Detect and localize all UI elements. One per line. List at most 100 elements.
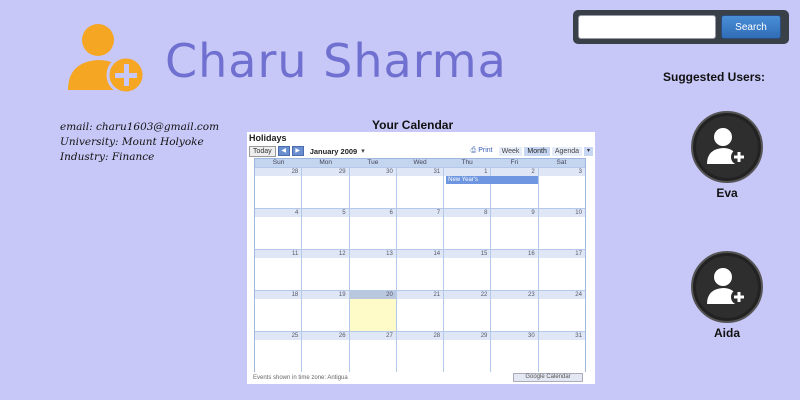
day-of-week-label: Thu bbox=[461, 159, 473, 166]
page-title: Charu Sharma bbox=[165, 34, 507, 88]
calendar-toolbar: Today ◀ ▶ January 2009 ▾ ⎙ Print Week Mo… bbox=[249, 144, 593, 158]
calendar-day-cell[interactable]: 4 bbox=[255, 209, 302, 249]
tab-month[interactable]: Month bbox=[524, 146, 550, 156]
calendar-day-cell[interactable]: 29 bbox=[301, 168, 349, 208]
calendar-day-cell[interactable]: 2 bbox=[490, 168, 538, 208]
calendar-day-number: 26 bbox=[302, 332, 349, 340]
calendar-day-number: 16 bbox=[491, 250, 538, 258]
add-user-icon[interactable] bbox=[690, 110, 764, 184]
chevron-down-icon[interactable]: ▾ bbox=[584, 146, 593, 156]
day-of-week-row: Sun Mon Tue Wed Thu Fri Sat bbox=[255, 159, 585, 167]
calendar-day-cell[interactable]: 17 bbox=[537, 250, 585, 290]
calendar-day-number: 20 bbox=[349, 291, 396, 299]
calendar-day-cell[interactable]: 18 bbox=[255, 291, 302, 331]
calendar-event[interactable]: New Year's bbox=[446, 176, 539, 184]
suggested-users-title: Suggested Users: bbox=[663, 70, 766, 84]
calendar-week-row: 18 19 20 21 22 23 24 bbox=[255, 290, 585, 331]
calendar-day-number: 9 bbox=[491, 209, 538, 217]
tab-week[interactable]: Week bbox=[498, 146, 523, 156]
day-of-week-label: Sat bbox=[556, 159, 567, 166]
calendar-day-cell[interactable]: 6 bbox=[348, 209, 396, 249]
calendar-day-cell[interactable]: 10 bbox=[537, 209, 585, 249]
calendar-day-number: 4 bbox=[255, 209, 302, 217]
calendar-day-cell[interactable]: 30 bbox=[348, 168, 396, 208]
calendar-day-number: 19 bbox=[302, 291, 349, 299]
calendar-day-cell[interactable]: 11 bbox=[255, 250, 302, 290]
calendar-day-number: 13 bbox=[349, 250, 396, 258]
tab-agenda[interactable]: Agenda bbox=[551, 146, 582, 156]
calendar-day-cell[interactable]: 31 bbox=[537, 332, 585, 372]
suggested-user-card[interactable]: Eva bbox=[682, 110, 772, 200]
calendar-day-cell[interactable]: 22 bbox=[443, 291, 491, 331]
calendar-day-cell[interactable]: 12 bbox=[301, 250, 349, 290]
calendar-day-cell[interactable]: 26 bbox=[301, 332, 349, 372]
calendar-grid: Sun Mon Tue Wed Thu Fri Sat 28 29 30 31 1 New Year'… bbox=[254, 158, 586, 372]
calendar-day-cell[interactable]: 30 bbox=[490, 332, 538, 372]
calendar-day-number: 23 bbox=[491, 291, 538, 299]
calendar-day-cell[interactable]: 23 bbox=[490, 291, 538, 331]
today-button[interactable]: Today bbox=[249, 145, 276, 157]
prev-month-button[interactable]: ◀ bbox=[277, 146, 290, 156]
suggested-user-card[interactable]: Aida bbox=[682, 250, 772, 340]
calendar-day-number: 15 bbox=[444, 250, 491, 258]
calendar-day-number: 28 bbox=[255, 168, 302, 176]
calendar-day-cell[interactable]: 15 bbox=[443, 250, 491, 290]
calendar-day-number: 1 bbox=[444, 168, 491, 176]
calendar-day-number: 25 bbox=[255, 332, 302, 340]
calendar-day-number: 18 bbox=[255, 291, 302, 299]
chevron-down-icon[interactable]: ▾ bbox=[361, 147, 365, 155]
calendar-day-number: 6 bbox=[349, 209, 396, 217]
calendar-day-cell[interactable]: 19 bbox=[301, 291, 349, 331]
calendar-day-cell[interactable]: 24 bbox=[537, 291, 585, 331]
calendar-day-cell[interactable]: 13 bbox=[348, 250, 396, 290]
calendar-day-cell[interactable]: 25 bbox=[255, 332, 302, 372]
calendar-day-cell[interactable]: 31 bbox=[395, 168, 444, 208]
calendar-day-cell[interactable]: 27 bbox=[348, 332, 396, 372]
calendar-day-cell[interactable]: 7 bbox=[395, 209, 444, 249]
calendar-day-number: 21 bbox=[396, 291, 444, 299]
day-of-week-label: Tue bbox=[367, 159, 379, 166]
calendar-day-number: 14 bbox=[396, 250, 444, 258]
printer-icon: ⎙ bbox=[470, 147, 477, 154]
search-button[interactable]: Search bbox=[721, 15, 781, 39]
calendar-week-row: 28 29 30 31 1 New Year's 2 3 bbox=[255, 167, 585, 208]
calendar-day-cell[interactable]: 9 bbox=[490, 209, 538, 249]
calendar-day-cell[interactable]: 5 bbox=[301, 209, 349, 249]
print-label: Print bbox=[478, 147, 493, 154]
calendar-day-cell[interactable]: 20 bbox=[348, 291, 396, 331]
calendar-day-cell[interactable]: 28 bbox=[255, 168, 302, 208]
calendar-heading: Your Calendar bbox=[372, 118, 454, 132]
search-input[interactable] bbox=[578, 15, 716, 39]
profile-info: email: charu1603@gmail.com University: M… bbox=[60, 120, 219, 165]
calendar-week-row: 25 26 27 28 29 30 31 bbox=[255, 331, 585, 372]
calendar-day-cell[interactable]: 16 bbox=[490, 250, 538, 290]
calendar-day-cell[interactable]: 14 bbox=[395, 250, 444, 290]
add-user-icon[interactable] bbox=[690, 250, 764, 324]
calendar-week-row: 4 5 6 7 8 9 10 bbox=[255, 208, 585, 249]
calendar-week-row: 11 12 13 14 15 16 17 bbox=[255, 249, 585, 290]
print-link[interactable]: ⎙ Print bbox=[471, 147, 493, 155]
calendar-day-cell[interactable]: 1 New Year's bbox=[443, 168, 539, 208]
search-bar: Search bbox=[573, 10, 789, 44]
calendar-day-number: 30 bbox=[349, 168, 396, 176]
calendar-day-number: 7 bbox=[396, 209, 444, 217]
calendar-day-cell[interactable]: 8 bbox=[443, 209, 491, 249]
next-month-button[interactable]: ▶ bbox=[291, 146, 304, 156]
profile-industry: Industry: Finance bbox=[60, 151, 155, 163]
calendar-day-number: 8 bbox=[444, 209, 491, 217]
calendar-day-number: 10 bbox=[538, 209, 585, 217]
calendar-day-number: 28 bbox=[396, 332, 444, 340]
calendar-day-cell[interactable]: 21 bbox=[395, 291, 444, 331]
calendar-day-number: 31 bbox=[538, 332, 585, 340]
calendar-day-cell[interactable]: 29 bbox=[443, 332, 491, 372]
calendar-day-number: 12 bbox=[302, 250, 349, 258]
day-of-week-label: Fri bbox=[510, 159, 519, 166]
calendar-day-cell[interactable]: 3 bbox=[537, 168, 585, 208]
calendar-day-number: 24 bbox=[538, 291, 585, 299]
calendar-day-number: 11 bbox=[255, 250, 302, 258]
calendar-day-number: 27 bbox=[349, 332, 396, 340]
calendar-day-cell[interactable]: 28 bbox=[395, 332, 444, 372]
suggested-user-name[interactable]: Eva bbox=[682, 186, 772, 200]
google-calendar-button[interactable]: Google Calendar bbox=[513, 373, 583, 382]
suggested-user-name[interactable]: Aida bbox=[682, 326, 772, 340]
